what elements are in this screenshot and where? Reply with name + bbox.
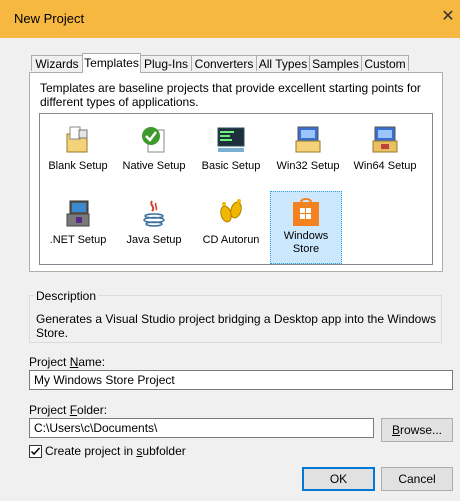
template-label: Windows Store xyxy=(283,230,329,255)
create-subfolder-label[interactable]: Create project in subfolder xyxy=(45,444,186,458)
win64-setup-icon xyxy=(372,126,398,153)
templates-tab-panel: Templates are baseline projects that pro… xyxy=(29,72,443,272)
tab-converters[interactable]: Converters xyxy=(191,55,257,71)
native-setup-icon xyxy=(142,127,165,153)
template-win32-setup[interactable]: Win32 Setup xyxy=(272,120,344,190)
close-icon[interactable]: ✕ xyxy=(440,9,456,25)
template-label: Win64 Setup xyxy=(353,160,417,172)
description-text: Generates a Visual Studio project bridgi… xyxy=(36,312,437,340)
tab-templates[interactable]: Templates xyxy=(82,53,141,73)
templates-list[interactable]: Blank Setup Native Setup Basic Setup Win… xyxy=(39,113,433,265)
template-label: .NET Setup xyxy=(49,234,107,246)
cancel-button[interactable]: Cancel xyxy=(381,467,453,491)
templates-description: Templates are baseline projects that pro… xyxy=(40,81,421,109)
basic-setup-icon xyxy=(217,127,245,152)
project-folder-input[interactable] xyxy=(29,418,374,438)
tab-wizards[interactable]: Wizards xyxy=(31,55,83,71)
template-dotnet-setup[interactable]: .NET Setup xyxy=(42,194,114,264)
template-label: Blank Setup xyxy=(48,160,108,172)
window-title: New Project xyxy=(14,11,85,26)
template-label: Basic Setup xyxy=(201,160,261,172)
blank-setup-icon xyxy=(66,126,88,153)
template-windows-store[interactable]: Windows Store xyxy=(270,191,342,264)
template-blank-setup[interactable]: Blank Setup xyxy=(42,120,114,190)
cd-autorun-icon xyxy=(220,199,242,223)
project-name-input[interactable] xyxy=(29,370,453,390)
template-native-setup[interactable]: Native Setup xyxy=(118,120,190,190)
template-win64-setup[interactable]: Win64 Setup xyxy=(349,120,421,190)
title-bar[interactable]: New Project ✕ xyxy=(0,0,460,38)
template-label: Native Setup xyxy=(122,160,186,172)
browse-button[interactable]: Browse... xyxy=(381,418,453,442)
win32-setup-icon xyxy=(295,126,321,153)
template-cd-autorun[interactable]: CD Autorun xyxy=(195,194,267,264)
template-java-setup[interactable]: Java Setup xyxy=(118,194,190,264)
ok-button[interactable]: OK xyxy=(302,467,375,491)
template-basic-setup[interactable]: Basic Setup xyxy=(195,120,267,190)
tab-samples[interactable]: Samples xyxy=(309,55,362,71)
template-label: CD Autorun xyxy=(202,234,260,246)
tab-custom[interactable]: Custom xyxy=(361,55,409,71)
windows-store-icon xyxy=(293,198,319,226)
description-title: Description xyxy=(34,289,99,303)
tab-all-types[interactable]: All Types xyxy=(256,55,310,71)
tab-plug-ins[interactable]: Plug-Ins xyxy=(140,55,192,71)
template-label: Java Setup xyxy=(126,234,182,246)
checkmark-icon xyxy=(30,447,41,456)
java-setup-icon xyxy=(143,200,165,227)
create-subfolder-checkbox[interactable] xyxy=(29,445,42,458)
template-label: Win32 Setup xyxy=(276,160,340,172)
dotnet-setup-icon xyxy=(66,200,90,227)
project-name-label: Project Name: xyxy=(29,355,106,369)
project-folder-label: Project Folder: xyxy=(29,403,108,417)
